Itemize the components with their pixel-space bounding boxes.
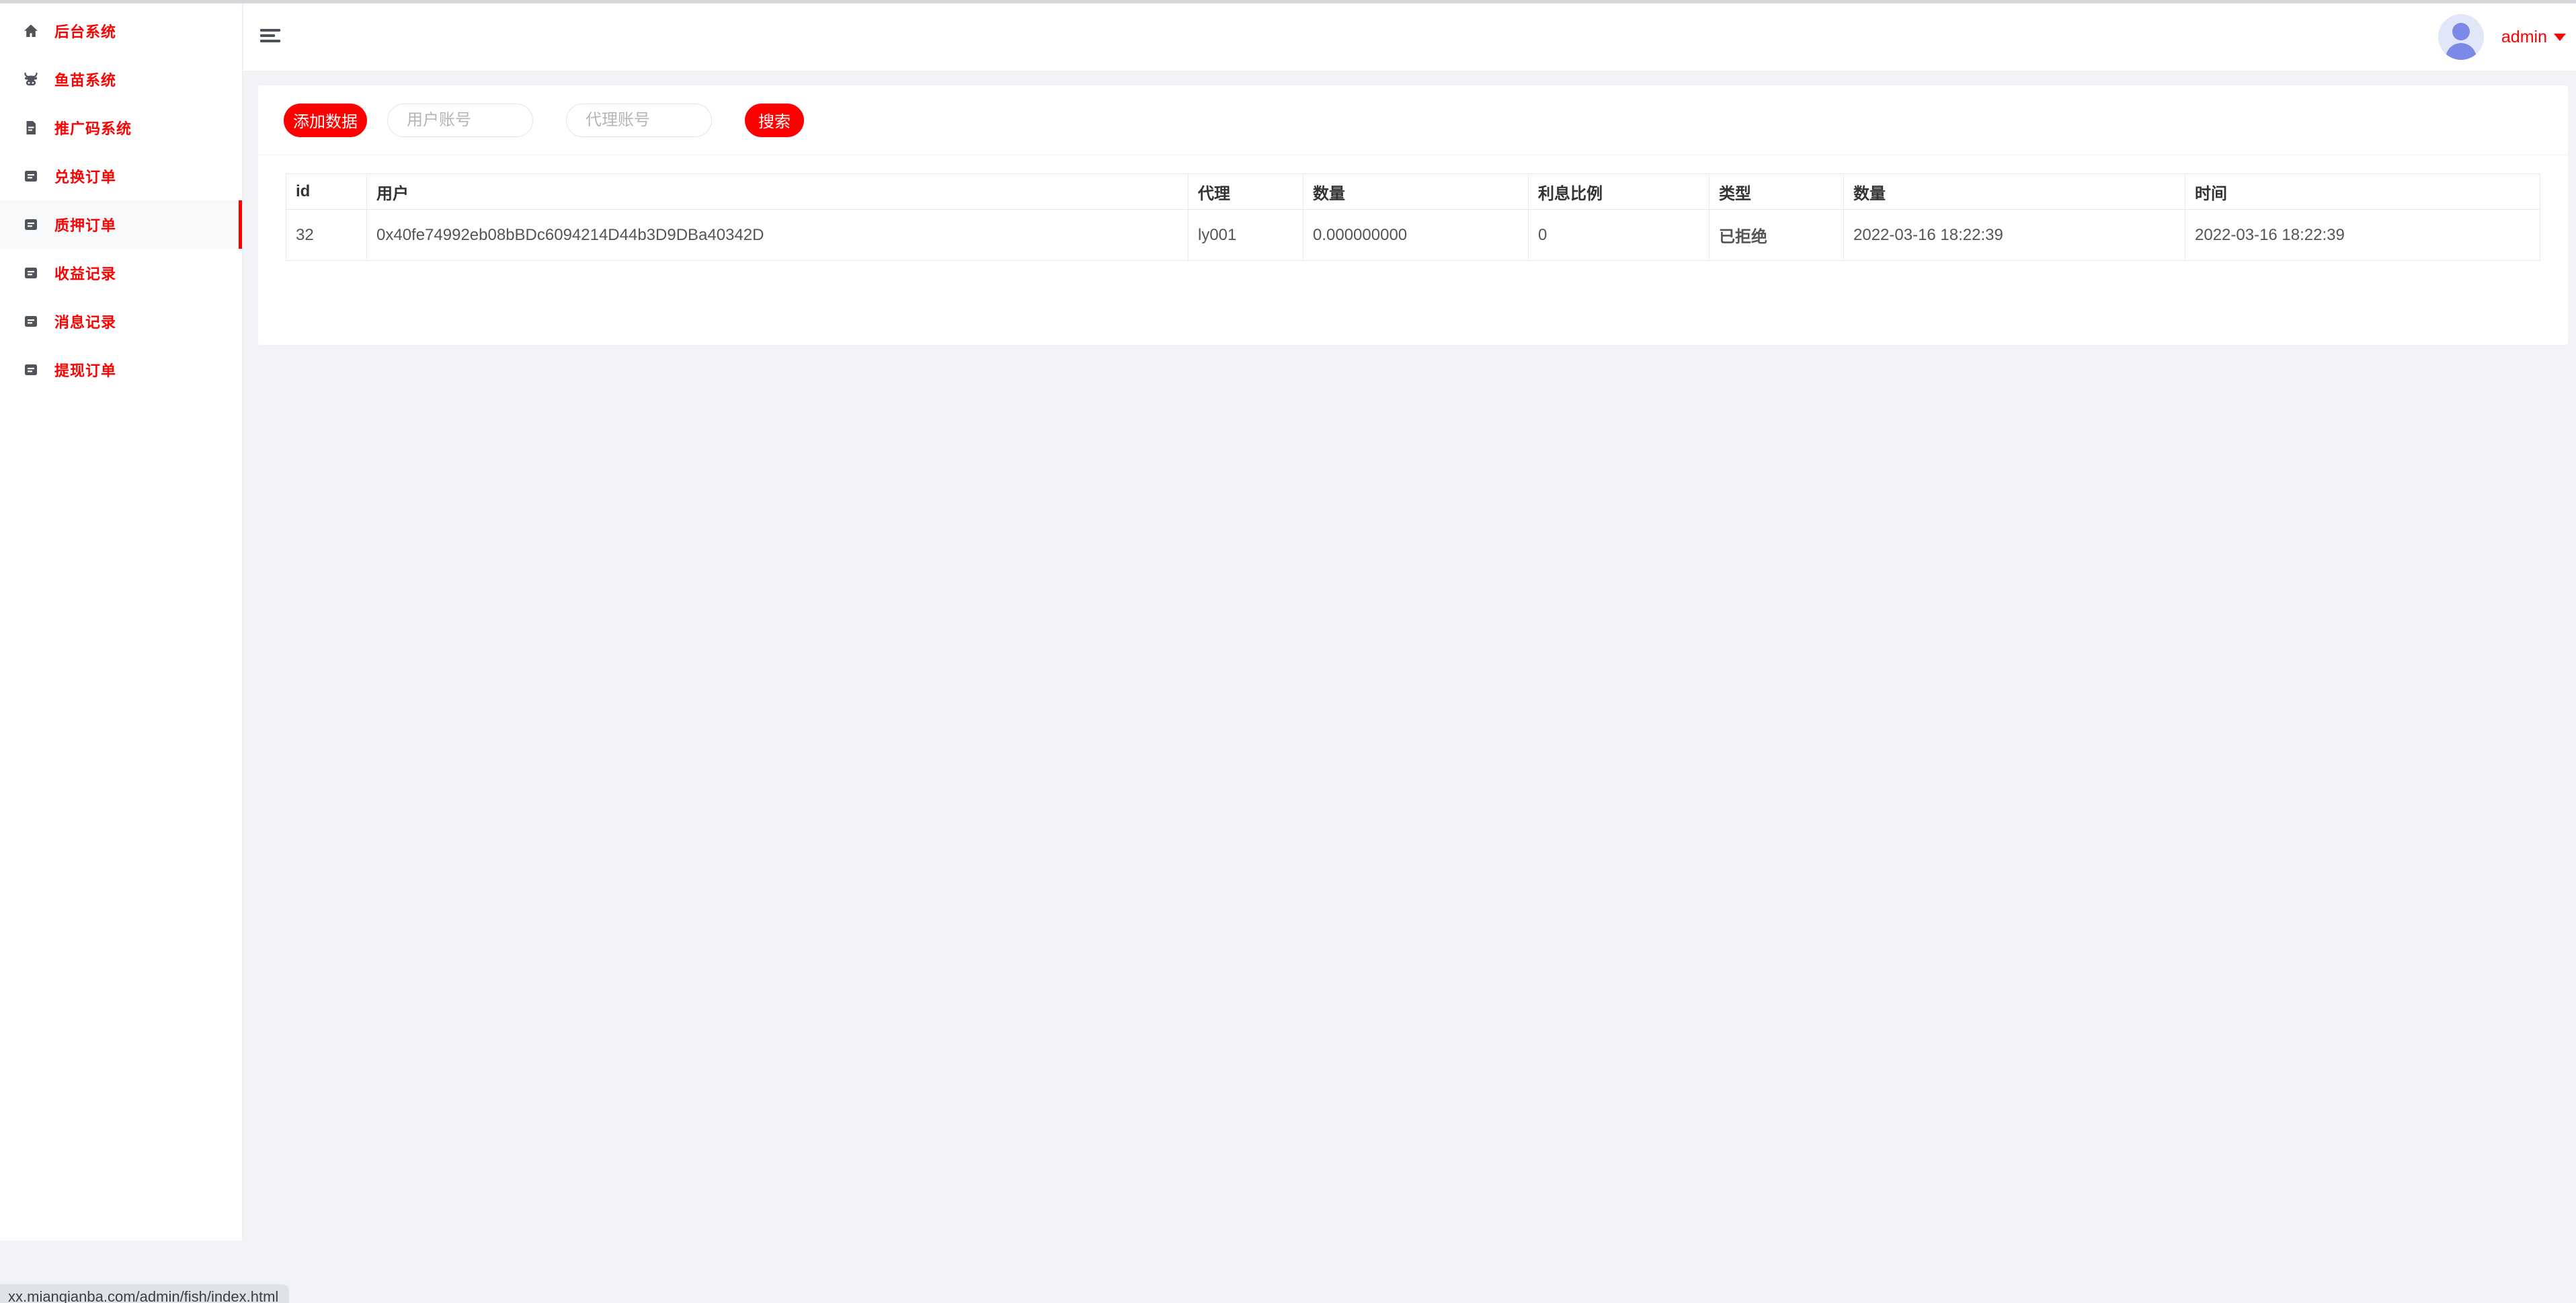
sidebar-item-label: 提现订单 [54, 359, 116, 381]
orders-table: id 用户 代理 数量 利息比例 类型 数量 时间 32 0x40fe74992… [286, 173, 2540, 261]
cell-agent: ly001 [1189, 210, 1303, 261]
sidebar-item-label: 后台系统 [54, 20, 116, 42]
sidebar-item-exchange-orders[interactable]: 兑换订单 [0, 152, 242, 200]
sidebar-item-message-records[interactable]: 消息记录 [0, 297, 242, 346]
file-icon [24, 120, 38, 135]
search-button[interactable]: 搜索 [745, 104, 804, 137]
cell-id: 32 [286, 210, 367, 261]
column-header-time: 时间 [2185, 174, 2540, 210]
sidebar-item-label: 兑换订单 [54, 165, 116, 187]
column-header-id: id [286, 174, 367, 210]
column-header-user: 用户 [367, 174, 1189, 210]
sidebar-menu: 后台系统 鱼苗系统 推广码系 [0, 3, 242, 394]
sidebar-item-withdraw-orders[interactable]: 提现订单 [0, 346, 242, 394]
home-icon [24, 24, 38, 38]
table-row: 32 0x40fe74992eb08bBDc6094214D44b3D9DBa4… [286, 210, 2540, 261]
form-icon [24, 314, 38, 329]
sidebar-item-label: 质押订单 [54, 214, 116, 235]
column-header-interest-ratio: 利息比例 [1529, 174, 1709, 210]
sidebar-item-backend-system[interactable]: 后台系统 [0, 7, 242, 55]
sidebar-item-label: 收益记录 [54, 262, 116, 284]
cell-time: 2022-03-16 18:22:39 [2185, 210, 2540, 261]
status-badge: 已拒绝 [1709, 210, 1844, 261]
main-content: 添加数据 搜索 id 用户 代理 数量 利息比例 [243, 71, 2576, 1303]
link-preview-statusbar: xx.mianqianba.com/admin/fish/index.html [0, 1284, 289, 1303]
agent-account-input[interactable] [566, 104, 712, 137]
sidebar-item-fry-system[interactable]: 鱼苗系统 [0, 55, 242, 104]
sidebar-item-income-records[interactable]: 收益记录 [0, 249, 242, 297]
column-header-amount: 数量 [1303, 174, 1529, 210]
form-icon [24, 217, 38, 232]
username: admin [2501, 28, 2547, 47]
content-card: 添加数据 搜索 id 用户 代理 数量 利息比例 [258, 85, 2568, 345]
cow-icon [24, 72, 38, 87]
sidebar-item-pledge-orders[interactable]: 质押订单 [0, 200, 242, 249]
cell-interest-ratio: 0 [1529, 210, 1709, 261]
sidebar-item-label: 推广码系统 [54, 117, 132, 139]
table-header-row: id 用户 代理 数量 利息比例 类型 数量 时间 [286, 174, 2540, 210]
sidebar-item-label: 消息记录 [54, 311, 116, 332]
topbar: admin [243, 3, 2576, 71]
cell-user-address: 0x40fe74992eb08bBDc6094214D44b3D9DBa4034… [367, 210, 1189, 261]
toolbar: 添加数据 搜索 [258, 85, 2568, 155]
sidebar-item-promo-code-system[interactable]: 推广码系统 [0, 104, 242, 152]
add-data-button[interactable]: 添加数据 [284, 104, 367, 137]
chevron-down-icon [2554, 34, 2566, 41]
column-header-agent: 代理 [1189, 174, 1303, 210]
orders-table-wrap: id 用户 代理 数量 利息比例 类型 数量 时间 32 0x40fe74992… [258, 155, 2568, 261]
form-icon [24, 169, 38, 184]
hamburger-menu-icon[interactable] [260, 29, 280, 45]
cell-amount: 0.000000000 [1303, 210, 1529, 261]
sidebar-item-label: 鱼苗系统 [54, 69, 116, 90]
form-icon [24, 362, 38, 377]
cell-amount2: 2022-03-16 18:22:39 [1844, 210, 2185, 261]
user-menu[interactable]: admin [2438, 3, 2566, 71]
avatar [2438, 14, 2484, 60]
column-header-type: 类型 [1709, 174, 1844, 210]
sidebar: 后台系统 鱼苗系统 推广码系 [0, 3, 243, 1240]
form-icon [24, 266, 38, 280]
user-account-input[interactable] [387, 104, 533, 137]
column-header-amount2: 数量 [1844, 174, 2185, 210]
